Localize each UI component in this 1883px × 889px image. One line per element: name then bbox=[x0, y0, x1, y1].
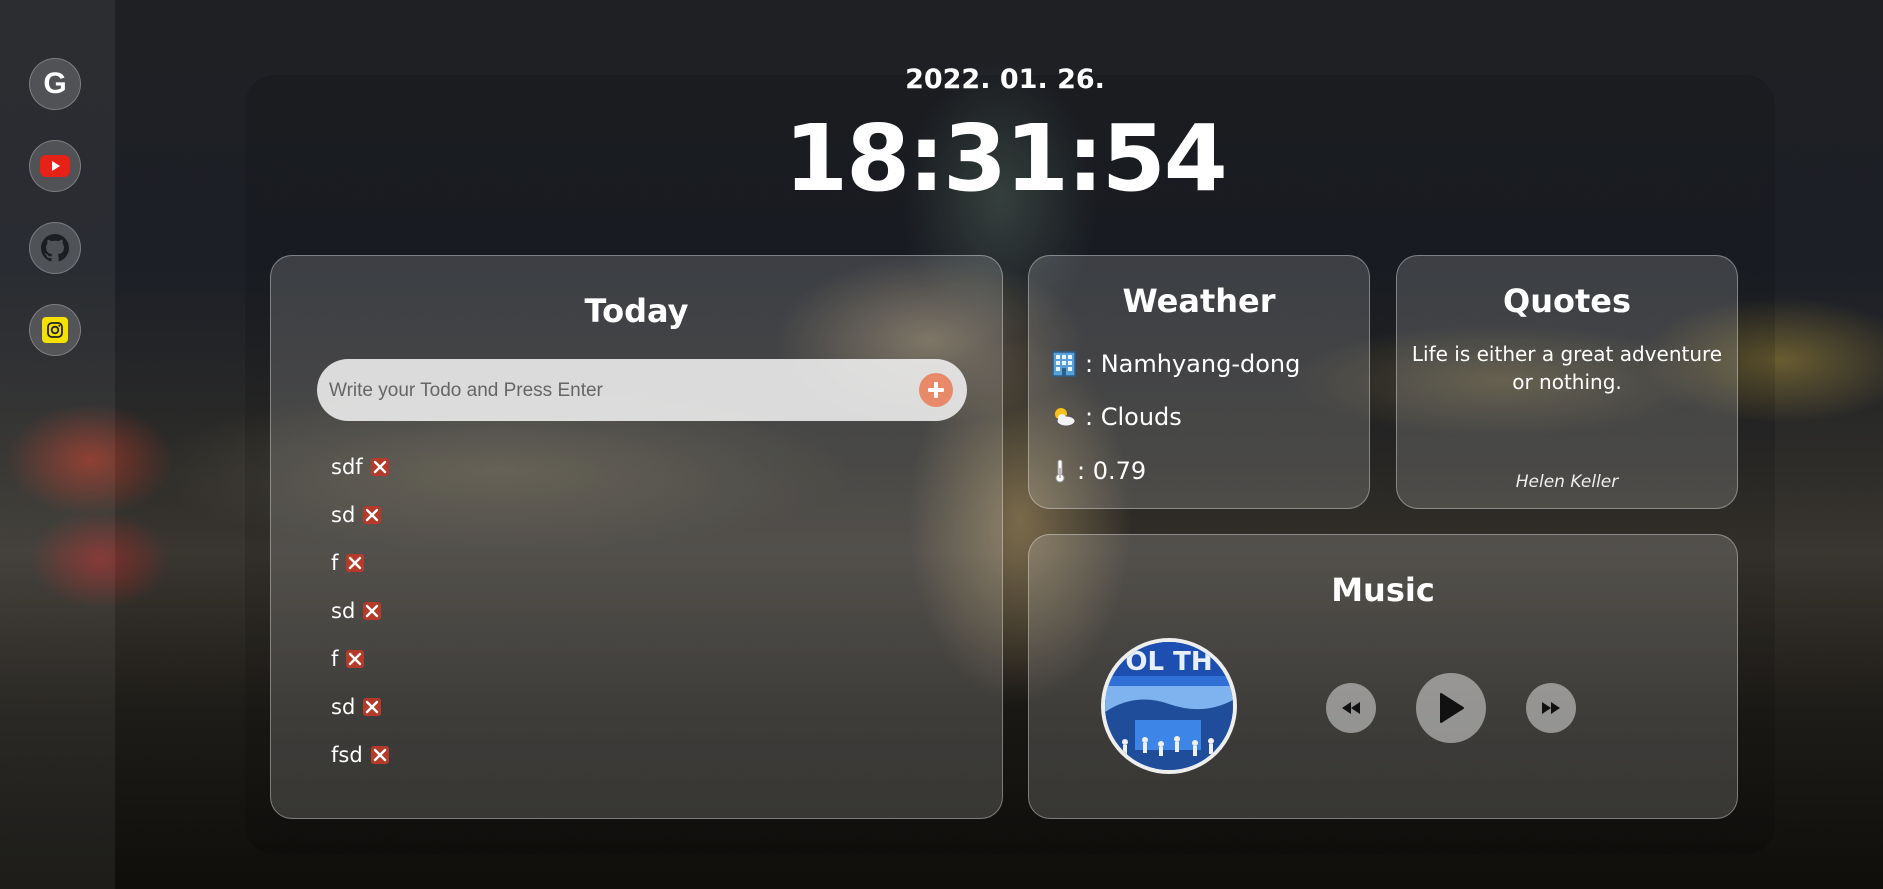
todo-item-text: fsd bbox=[331, 743, 363, 767]
weather-temperature-row: : 0.79 bbox=[1051, 457, 1146, 485]
delete-todo-button[interactable] bbox=[363, 506, 382, 524]
todo-item: sd bbox=[331, 683, 389, 731]
fast-forward-icon bbox=[1542, 702, 1560, 714]
delete-todo-button[interactable] bbox=[363, 602, 382, 620]
weather-card: Weather : Namhyang-dong : Clouds : 0.79 bbox=[1028, 255, 1370, 509]
rewind-icon bbox=[1342, 702, 1360, 714]
close-x-icon bbox=[373, 460, 386, 474]
todo-item-text: sdf bbox=[331, 455, 363, 479]
weather-title: Weather bbox=[1122, 282, 1276, 320]
todo-item: sdf bbox=[331, 443, 389, 491]
todo-card: Today sdf sd f sd f bbox=[270, 255, 1003, 819]
github-icon bbox=[41, 234, 69, 262]
quote-author: Helen Keller bbox=[1515, 472, 1619, 492]
fast-forward-button[interactable] bbox=[1526, 683, 1576, 733]
instagram-icon bbox=[42, 317, 68, 343]
todo-item: fsd bbox=[331, 731, 389, 779]
weather-condition-row: : Clouds bbox=[1051, 403, 1182, 431]
todo-item-text: f bbox=[331, 647, 339, 671]
quotes-card: Quotes Life is either a great adventure … bbox=[1396, 255, 1738, 509]
todo-item-text: sd bbox=[331, 695, 356, 719]
todo-item: sd bbox=[331, 491, 389, 539]
thermometer-icon bbox=[1055, 459, 1065, 483]
close-x-icon bbox=[373, 748, 386, 762]
building-icon bbox=[1052, 351, 1076, 377]
delete-todo-button[interactable] bbox=[370, 458, 389, 476]
todo-item: f bbox=[331, 539, 389, 587]
todo-title: Today bbox=[584, 292, 689, 330]
close-x-icon bbox=[349, 652, 362, 666]
add-todo-button[interactable] bbox=[919, 373, 953, 407]
close-x-icon bbox=[366, 604, 379, 618]
delete-todo-button[interactable] bbox=[346, 554, 365, 572]
todo-item-text: f bbox=[331, 551, 339, 575]
close-x-icon bbox=[366, 508, 379, 522]
todo-list: sdf sd f sd f sd fsd bbox=[331, 443, 389, 779]
todo-item-text: sd bbox=[331, 503, 356, 527]
play-icon bbox=[1440, 693, 1464, 723]
todo-item-text: sd bbox=[331, 599, 356, 623]
play-button[interactable] bbox=[1416, 673, 1486, 743]
todo-input[interactable] bbox=[327, 359, 891, 423]
weather-location-row: : Namhyang-dong bbox=[1051, 350, 1300, 378]
music-title: Music bbox=[1331, 571, 1435, 609]
plus-icon bbox=[928, 382, 944, 398]
current-time: 18:31:54 bbox=[784, 105, 1228, 212]
close-x-icon bbox=[349, 556, 362, 570]
delete-todo-button[interactable] bbox=[363, 698, 382, 716]
svg-text:OL TH: OL TH bbox=[1125, 647, 1212, 677]
weather-temperature: : 0.79 bbox=[1077, 457, 1147, 485]
album-art-icon: OL TH bbox=[1105, 642, 1233, 770]
quote-text: Life is either a great adventure or noth… bbox=[1411, 342, 1723, 394]
clouds-icon bbox=[1055, 408, 1076, 427]
album-cover: OL TH bbox=[1101, 638, 1237, 774]
current-date: 2022. 01. 26. bbox=[905, 64, 1105, 95]
weather-condition: : Clouds bbox=[1085, 403, 1182, 431]
rewind-button[interactable] bbox=[1326, 683, 1376, 733]
delete-todo-button[interactable] bbox=[346, 650, 365, 668]
todo-item: f bbox=[331, 635, 389, 683]
todo-item: sd bbox=[331, 587, 389, 635]
instagram-link-button[interactable] bbox=[29, 304, 81, 356]
quotes-title: Quotes bbox=[1502, 282, 1631, 320]
music-card: Music OL TH bbox=[1028, 534, 1738, 819]
github-link-button[interactable] bbox=[29, 222, 81, 274]
todo-input-wrapper bbox=[317, 359, 967, 423]
close-x-icon bbox=[366, 700, 379, 714]
delete-todo-button[interactable] bbox=[370, 746, 389, 764]
weather-location: : Namhyang-dong bbox=[1085, 350, 1301, 378]
